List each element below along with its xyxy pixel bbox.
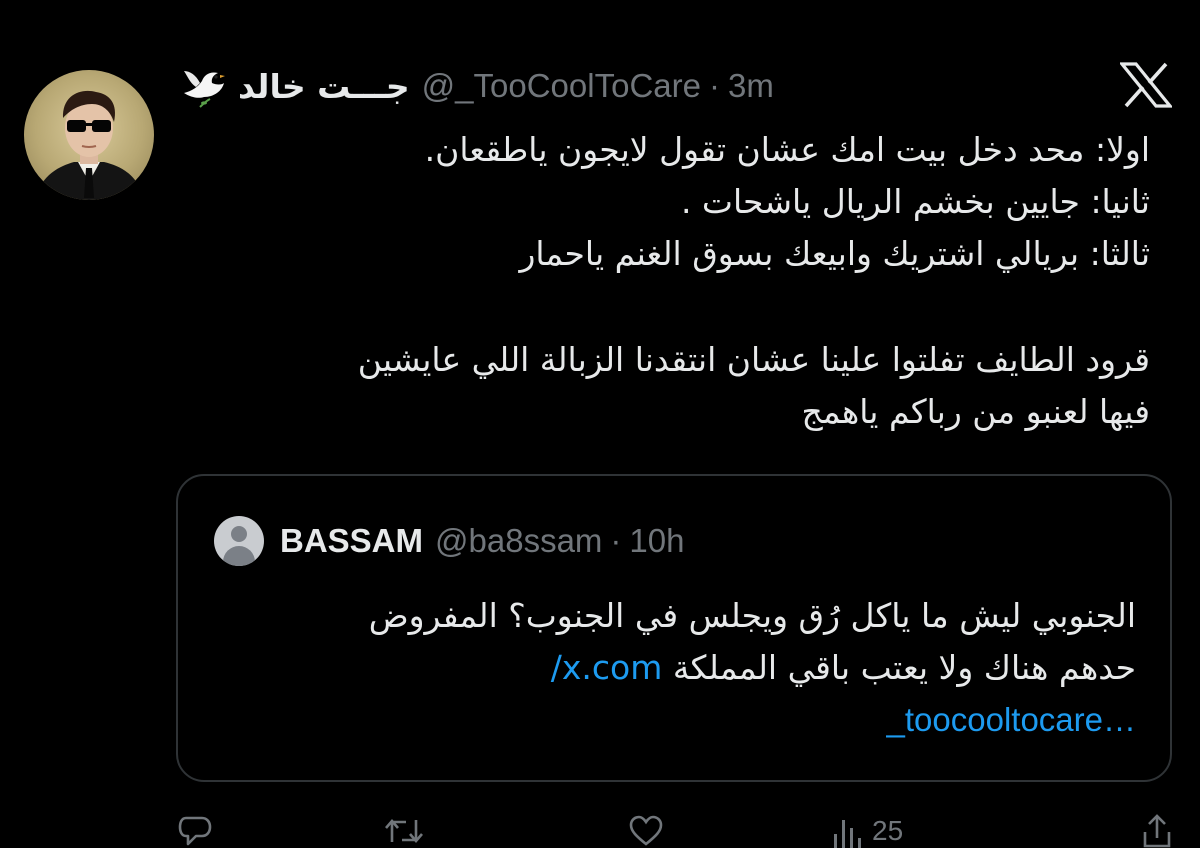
reply-button[interactable] <box>178 814 212 848</box>
author-handle[interactable]: @_TooCoolToCare <box>422 67 701 105</box>
tweet-text-line: ثانيا: جايين بخشم الريال ياشحات . <box>680 182 1150 221</box>
like-button[interactable] <box>628 814 664 848</box>
tweet-action-bar: 25 <box>176 808 1176 848</box>
avatar-portrait <box>34 90 144 200</box>
tweet-text-line: فيها لعنبو من رباكم ياهمج <box>801 392 1150 431</box>
quoted-text-line: الجنوبي ليش ما ياكل رُق ويجلس في الجنوب؟… <box>368 596 1136 635</box>
tweet-timestamp[interactable]: 3m <box>728 67 774 105</box>
quoted-tweet-header: BASSAM @ba8ssam · 10h <box>214 516 684 566</box>
views-icon <box>832 814 862 848</box>
quoted-link[interactable]: _toocooltocare… <box>887 694 1136 746</box>
author-display-name[interactable]: جـــت خالد <box>238 67 410 106</box>
tweet-text-line: ثالثا: بريالي اشتريك وابيعك بسوق الغنم ي… <box>519 234 1150 273</box>
tweet-text-line: اولا: محد دخل بيت امك عشان تقول لايجون ي… <box>424 130 1150 169</box>
like-icon <box>628 814 664 848</box>
x-logo-icon[interactable] <box>1118 62 1174 108</box>
views-button[interactable]: 25 <box>832 814 903 848</box>
quoted-tweet-timestamp[interactable]: 10h <box>629 522 684 560</box>
quoted-tweet-card[interactable]: BASSAM @ba8ssam · 10h الجنوبي ليش ما ياك… <box>176 474 1172 782</box>
author-avatar[interactable] <box>24 70 154 200</box>
quoted-author-handle[interactable]: @ba8ssam <box>435 522 602 560</box>
quoted-text-line: حدهم هناك ولا يعتب باقي المملكة x.com/ <box>236 642 1136 694</box>
separator-dot: · <box>610 522 622 559</box>
retweet-button[interactable] <box>384 814 424 848</box>
share-button[interactable] <box>1142 814 1172 848</box>
quoted-author-avatar-icon[interactable] <box>214 516 264 566</box>
dove-emoji-icon <box>180 63 226 109</box>
views-count: 25 <box>872 815 904 846</box>
tweet-text: اولا: محد دخل بيت امك عشان تقول لايجون ي… <box>190 124 1150 438</box>
tweet-text-line: قرود الطايف تفلتوا علينا عشان انتقدنا ال… <box>357 340 1150 379</box>
quoted-tweet-text: الجنوبي ليش ما ياكل رُق ويجلس في الجنوب؟… <box>236 590 1136 694</box>
tweet-header: جـــت خالد @_TooCoolToCare · 3m <box>180 56 940 116</box>
retweet-icon <box>384 814 424 848</box>
separator-dot: · <box>708 67 720 104</box>
share-icon <box>1142 814 1172 848</box>
quoted-link-part[interactable]: x.com/ <box>551 648 663 687</box>
quoted-author-name[interactable]: BASSAM <box>280 522 423 560</box>
quoted-text-segment: حدهم هناك ولا يعتب باقي المملكة <box>662 648 1136 687</box>
reply-icon <box>178 814 212 848</box>
